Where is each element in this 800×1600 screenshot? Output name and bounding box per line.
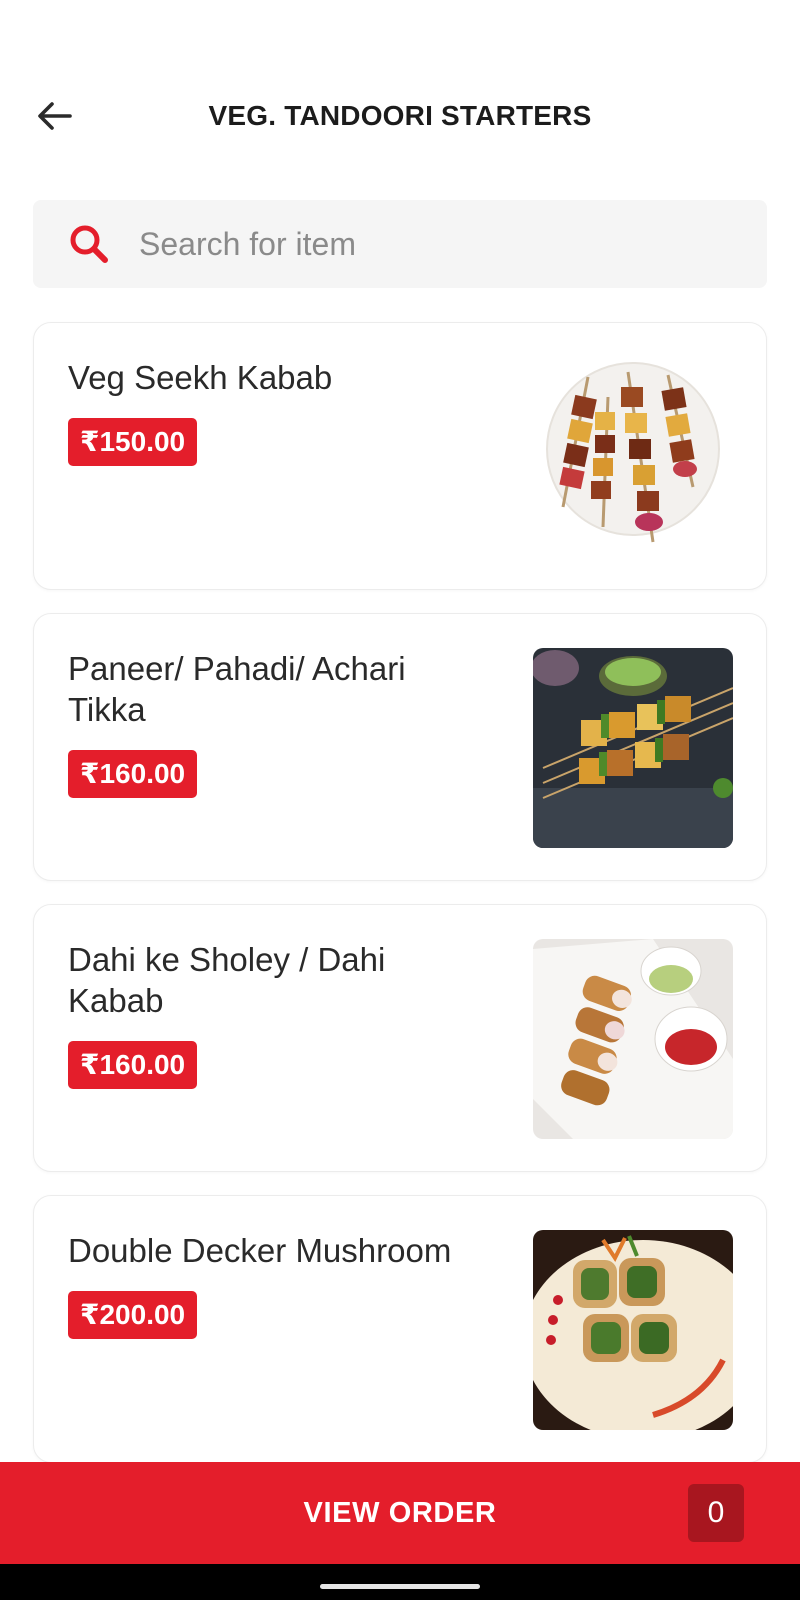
double-decker-mushroom-photo[interactable] bbox=[533, 1230, 733, 1430]
item-price-badge: ₹200.00 bbox=[68, 1291, 198, 1339]
cart-count-badge: 0 bbox=[688, 1484, 744, 1542]
item-name: Paneer/ Pahadi/ Achari Tikka bbox=[68, 650, 406, 728]
item-price-badge: ₹160.00 bbox=[68, 1041, 198, 1089]
item-name-wrap: Double Decker Mushroom ₹200.00 bbox=[68, 1230, 488, 1339]
item-name-wrap: Veg Seekh Kabab ₹150.00 bbox=[68, 357, 488, 466]
item-name: Dahi ke Sholey / Dahi Kabab bbox=[68, 941, 386, 1019]
item-name: Veg Seekh Kabab bbox=[68, 359, 333, 396]
home-indicator[interactable] bbox=[320, 1584, 480, 1589]
item-name-wrap: Paneer/ Pahadi/ Achari Tikka ₹160.00 bbox=[68, 648, 488, 798]
menu-item-card[interactable]: Veg Seekh Kabab ₹150.00 bbox=[33, 322, 767, 590]
paneer-tikka-photo[interactable] bbox=[533, 648, 733, 848]
view-order-label: VIEW ORDER bbox=[303, 1496, 497, 1529]
search-bar[interactable] bbox=[33, 200, 767, 288]
app-header: VEG. TANDOORI STARTERS bbox=[0, 0, 800, 190]
search-input[interactable] bbox=[139, 214, 767, 274]
view-order-button[interactable]: VIEW ORDER 0 bbox=[0, 1462, 800, 1564]
menu-item-list: Veg Seekh Kabab ₹150.00 Paneer/ Pahadi/ … bbox=[33, 322, 767, 1486]
menu-item-card[interactable]: Paneer/ Pahadi/ Achari Tikka ₹160.00 bbox=[33, 613, 767, 881]
menu-item-card[interactable]: Double Decker Mushroom ₹200.00 bbox=[33, 1195, 767, 1463]
page-title: VEG. TANDOORI STARTERS bbox=[208, 100, 592, 131]
item-price-badge: ₹160.00 bbox=[68, 750, 198, 798]
item-name-wrap: Dahi ke Sholey / Dahi Kabab ₹160.00 bbox=[68, 939, 488, 1089]
dahi-kabab-photo[interactable] bbox=[533, 939, 733, 1139]
search-icon bbox=[67, 222, 111, 266]
item-name: Double Decker Mushroom bbox=[68, 1232, 452, 1269]
item-price-badge: ₹150.00 bbox=[68, 418, 198, 466]
veg-seekh-kabab-photo[interactable] bbox=[533, 357, 733, 557]
menu-item-card[interactable]: Dahi ke Sholey / Dahi Kabab ₹160.00 bbox=[33, 904, 767, 1172]
system-nav-bar bbox=[0, 1564, 800, 1600]
